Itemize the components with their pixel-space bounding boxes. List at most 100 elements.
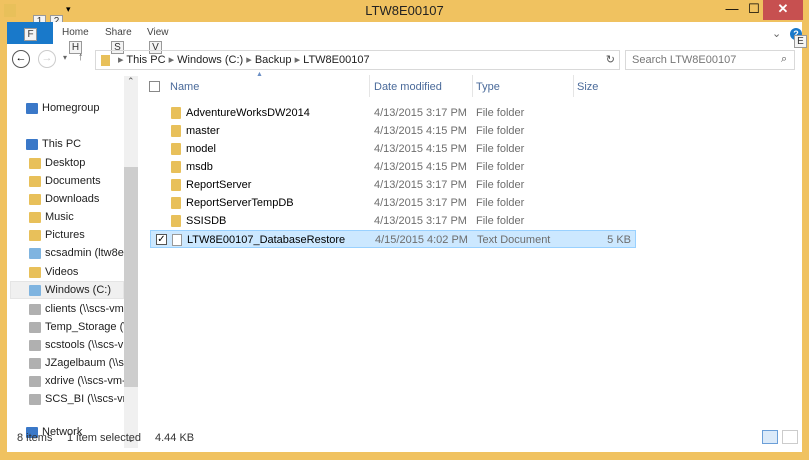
close-button[interactable]: ✕ <box>763 0 803 20</box>
nav-item[interactable]: Documents <box>45 175 125 187</box>
nav-item[interactable]: Desktop <box>45 157 125 169</box>
row-checkbox[interactable]: ✓ <box>156 234 167 245</box>
file-date: 4/15/2015 4:02 PM <box>375 234 468 246</box>
music-folder-icon <box>29 212 41 223</box>
file-row[interactable]: master 4/13/2015 4:15 PM File folder <box>150 122 636 140</box>
nav-item[interactable]: Videos <box>45 266 125 278</box>
file-date: 4/13/2015 4:15 PM <box>374 125 467 137</box>
expand-ribbon-icon[interactable]: ⌄ <box>772 27 781 40</box>
file-row[interactable]: SSISDB 4/13/2015 3:17 PM File folder <box>150 212 636 230</box>
file-row[interactable]: model 4/13/2015 4:15 PM File folder <box>150 140 636 158</box>
status-item-count: 8 items <box>17 432 53 444</box>
nav-item[interactable]: scstools (\\scs-vm <box>45 339 125 351</box>
file-row[interactable]: msdb 4/13/2015 4:15 PM File folder <box>150 158 636 176</box>
nav-item[interactable]: Windows (C:) <box>45 284 125 296</box>
address-bar[interactable]: ▸ This PC ▸ Windows (C:) ▸ Backup ▸ LTW8… <box>95 50 620 70</box>
nav-item[interactable]: SCS_BI (\\scs-vm- <box>45 393 125 405</box>
crumb-windows-c[interactable]: Windows (C:) <box>177 54 243 66</box>
folder-icon <box>171 107 181 119</box>
disconnected-drive-icon <box>29 394 41 405</box>
videos-folder-icon <box>29 267 41 278</box>
tab-share[interactable]: Share <box>105 27 132 38</box>
crumb-ltw8e00107[interactable]: LTW8E00107 <box>303 54 369 66</box>
recent-locations-icon[interactable]: ▾ <box>63 53 67 62</box>
folder-icon <box>4 4 16 17</box>
nav-item[interactable]: Temp_Storage (\\ <box>45 321 125 333</box>
help-key: E <box>794 35 807 48</box>
folder-icon <box>171 161 181 173</box>
nav-item[interactable]: This PC <box>42 138 125 150</box>
file-name: msdb <box>186 161 213 173</box>
select-all-checkbox[interactable] <box>149 81 160 92</box>
text-document-icon <box>172 234 182 246</box>
file-date: 4/13/2015 3:17 PM <box>374 197 467 209</box>
file-type: File folder <box>476 161 525 173</box>
pictures-folder-icon <box>29 230 41 241</box>
drive-icon <box>29 285 41 296</box>
user-drive-icon <box>29 248 41 259</box>
disconnected-drive-icon <box>29 376 41 387</box>
file-row[interactable]: ReportServerTempDB 4/13/2015 3:17 PM File … <box>150 194 636 212</box>
file-tab-key: F <box>24 28 37 41</box>
back-button[interactable]: ← <box>12 50 30 68</box>
customize-quick-access-icon[interactable]: ▾ <box>66 4 71 15</box>
nav-item[interactable]: Homegroup <box>42 102 125 114</box>
details-view-button[interactable] <box>762 430 778 444</box>
status-size: 4.44 KB <box>155 432 195 444</box>
file-row[interactable]: ReportServer 4/13/2015 3:17 PM File folder <box>150 176 636 194</box>
up-button[interactable]: ↑ <box>78 51 84 63</box>
file-type: File folder <box>476 143 525 155</box>
nav-scrollbar-thumb[interactable] <box>124 167 138 387</box>
nav-item[interactable]: scsadmin (ltw8e00 <box>45 247 125 259</box>
forward-button[interactable]: → <box>38 50 56 68</box>
explorer-window: F Home H Share S View V ⌄ ? E ← → ▾ ↑ ▸ … <box>7 22 807 452</box>
nav-item[interactable]: Downloads <box>45 193 125 205</box>
nav-item[interactable]: clients (\\scs-vm- <box>45 303 125 315</box>
tab-view[interactable]: View <box>147 27 169 38</box>
file-type: File folder <box>476 179 525 191</box>
file-type: File folder <box>476 125 525 137</box>
nav-item[interactable]: xdrive (\\scs-vm-f <box>45 375 125 387</box>
column-type[interactable]: Type <box>476 81 500 93</box>
nav-item[interactable]: Music <box>45 211 125 223</box>
refresh-icon[interactable]: ↻ <box>606 51 615 69</box>
file-type: Text Document <box>477 234 551 246</box>
disconnected-drive-icon <box>29 322 41 333</box>
column-date-modified[interactable]: Date modified <box>374 81 442 93</box>
disconnected-drive-icon <box>29 340 41 351</box>
documents-folder-icon <box>29 176 41 187</box>
crumb-backup[interactable]: Backup <box>255 54 292 66</box>
file-type: File folder <box>476 197 525 209</box>
file-name: ReportServerTempDB <box>186 197 294 209</box>
downloads-folder-icon <box>29 194 41 205</box>
nav-item[interactable]: Pictures <box>45 229 125 241</box>
homegroup-icon <box>26 103 38 114</box>
file-date: 4/13/2015 3:17 PM <box>374 107 467 119</box>
file-type: File folder <box>476 215 525 227</box>
file-name: LTW8E00107_DatabaseRestore <box>187 234 346 246</box>
file-type: File folder <box>476 107 525 119</box>
folder-icon <box>171 143 181 155</box>
disconnected-drive-icon <box>29 304 41 315</box>
folder-icon <box>171 197 181 209</box>
breadcrumb: ▸ This PC ▸ Windows (C:) ▸ Backup ▸ LTW8… <box>118 54 370 66</box>
scroll-up-icon[interactable]: ⌃ <box>127 76 135 87</box>
search-icon[interactable]: ⌕ <box>781 53 787 66</box>
nav-item[interactable]: JZagelbaum (\\sc <box>45 357 125 369</box>
tab-home[interactable]: Home <box>62 27 89 38</box>
column-size[interactable]: Size <box>577 81 598 93</box>
file-date: 4/13/2015 4:15 PM <box>374 143 467 155</box>
file-row[interactable]: AdventureWorksDW2014 4/13/2015 3:17 PM Fil… <box>150 104 636 122</box>
search-input[interactable]: Search LTW8E00107 <box>625 50 795 70</box>
file-name: model <box>186 143 216 155</box>
maximize-button[interactable]: ☐ <box>745 0 763 20</box>
minimize-button[interactable]: — <box>722 0 742 20</box>
file-date: 4/13/2015 3:17 PM <box>374 215 467 227</box>
file-row[interactable]: ✓ LTW8E00107_DatabaseRestore 4/15/2015 4:0… <box>150 230 636 248</box>
large-icons-view-button[interactable] <box>782 430 798 444</box>
crumb-this-pc[interactable]: This PC <box>126 54 165 66</box>
window-title: LTW8E00107 <box>365 3 444 18</box>
file-date: 4/13/2015 3:17 PM <box>374 179 467 191</box>
column-name[interactable]: Name <box>170 81 199 93</box>
status-selected: 1 item selected <box>67 432 141 444</box>
